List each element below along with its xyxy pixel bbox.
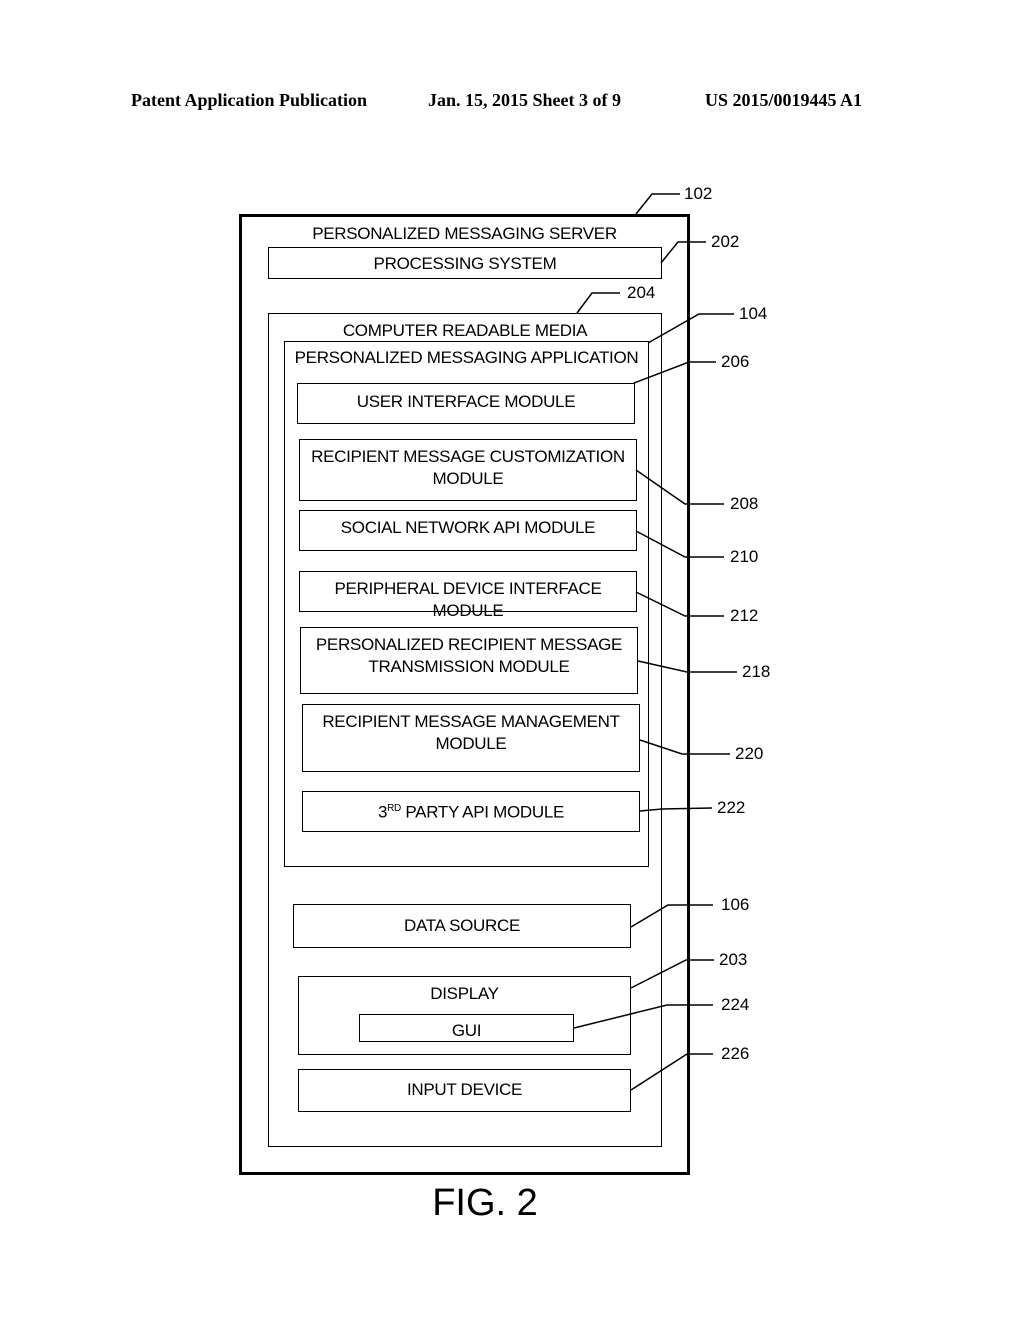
leader-202 — [660, 241, 706, 264]
leader-210 — [635, 530, 724, 558]
ref-203: 203 — [719, 950, 748, 969]
leader-106 — [630, 904, 713, 928]
leader-208 — [635, 469, 724, 505]
ref-202: 202 — [711, 232, 740, 251]
ref-218: 218 — [742, 662, 771, 681]
leader-224 — [573, 1004, 713, 1029]
ref-222: 222 — [717, 798, 746, 817]
leader-226 — [630, 1053, 713, 1091]
leader-212 — [635, 591, 724, 617]
leader-222 — [639, 807, 713, 812]
ref-106: 106 — [721, 895, 750, 914]
leader-203 — [630, 959, 714, 989]
leader-104 — [647, 313, 734, 344]
leader-204 — [576, 292, 620, 314]
ref-104: 104 — [739, 304, 768, 323]
leader-102 — [635, 193, 680, 215]
ref-224: 224 — [721, 995, 750, 1014]
ref-226: 226 — [721, 1044, 750, 1063]
leader-218 — [637, 660, 737, 673]
leader-206 — [633, 361, 716, 384]
ref-102: 102 — [684, 184, 713, 203]
leader-220 — [639, 739, 730, 755]
ref-212: 212 — [730, 606, 759, 625]
figure-label: FIG. 2 — [432, 1182, 538, 1224]
ref-210: 210 — [730, 547, 759, 566]
ref-220: 220 — [735, 744, 764, 763]
ref-204: 204 — [627, 283, 656, 302]
leader-lines — [573, 193, 737, 1091]
ref-208: 208 — [730, 494, 759, 513]
ref-206: 206 — [721, 352, 750, 371]
